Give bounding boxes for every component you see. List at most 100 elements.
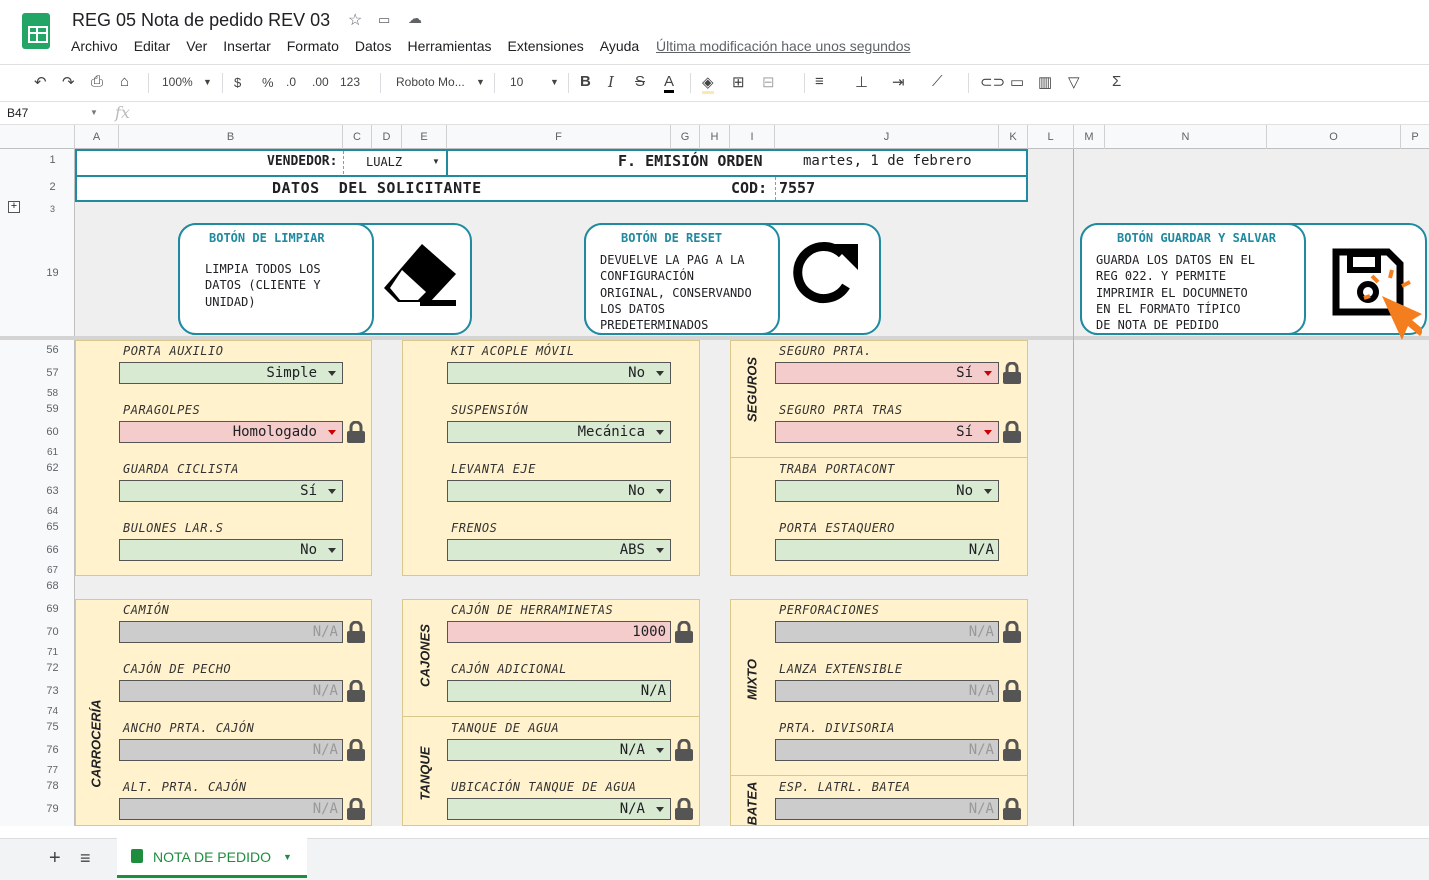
porta-estaquero-input[interactable]: N/A [775, 539, 999, 561]
seguro-prta-select[interactable]: Sí [775, 362, 999, 384]
undo-icon[interactable]: ↶ [34, 73, 47, 91]
menu-ver[interactable]: Ver [186, 38, 207, 54]
tab-dropdown-icon[interactable]: ▼ [283, 852, 292, 862]
col-header[interactable]: G [671, 125, 700, 149]
row-header[interactable]: 59 [30, 403, 75, 415]
percent-button[interactable]: % [262, 75, 274, 90]
sheets-logo-icon[interactable] [22, 13, 50, 49]
font-dropdown-icon[interactable]: ▼ [476, 77, 485, 87]
row-header[interactable]: 77 [30, 765, 75, 776]
functions-icon[interactable]: Σ [1112, 73, 1121, 90]
print-icon[interactable]: ⎙ [91, 73, 103, 90]
col-header[interactable]: C [343, 125, 372, 149]
cod-value[interactable]: 7557 [779, 179, 815, 197]
vendedor-select[interactable]: LUALZ [366, 155, 402, 169]
last-modified-link[interactable]: Última modificación hace unos segundos [656, 38, 910, 54]
align-left-icon[interactable]: ≡ [815, 73, 824, 90]
lanza-extensible-input[interactable]: N/A [775, 680, 999, 702]
currency-button[interactable]: $ [234, 75, 241, 90]
all-sheets-icon[interactable]: ≡ [80, 848, 91, 869]
row-header[interactable]: 79 [30, 803, 75, 815]
more-formats-button[interactable]: 123 [340, 75, 360, 89]
italic-icon[interactable]: I [608, 73, 614, 91]
row-header[interactable]: 67 [30, 565, 75, 576]
comment-icon[interactable]: ▭ [1010, 73, 1024, 91]
sheet-tab-nota-de-pedido[interactable]: NOTA DE PEDIDO ▼ [117, 838, 307, 878]
filter-icon[interactable]: ▽ [1068, 73, 1080, 91]
col-header[interactable]: J [775, 125, 999, 149]
decrease-decimal-button[interactable]: .0 [286, 75, 296, 89]
row-header[interactable]: 78 [30, 780, 75, 792]
ancho-prta-input[interactable]: N/A [119, 739, 343, 761]
row-header[interactable]: 58 [30, 388, 75, 399]
row-header[interactable]: 63 [30, 485, 75, 497]
menu-extensiones[interactable]: Extensiones [507, 38, 583, 54]
menu-formato[interactable]: Formato [287, 38, 339, 54]
row-header[interactable]: 76 [30, 744, 75, 756]
cajon-herramientas-input[interactable]: 1000 [447, 621, 671, 643]
font-size-select[interactable]: 10 [510, 75, 523, 89]
increase-decimal-button[interactable]: .00 [312, 75, 329, 89]
ubicacion-tanque-select[interactable]: N/A [447, 798, 671, 820]
name-box-dropdown-icon[interactable]: ▼ [90, 108, 98, 117]
bulones-select[interactable]: No [119, 539, 343, 561]
zoom-dropdown-icon[interactable]: ▼ [203, 77, 212, 87]
text-rotation-icon[interactable]: ⟋ [932, 73, 943, 90]
row-header[interactable]: 64 [30, 506, 75, 517]
font-select[interactable]: Roboto Mo... [396, 75, 465, 89]
prta-divisoria-input[interactable]: N/A [775, 739, 999, 761]
fill-color-icon[interactable]: ◈ [702, 73, 714, 94]
col-header[interactable]: H [700, 125, 730, 149]
eraser-icon[interactable] [380, 240, 460, 310]
camion-input[interactable]: N/A [119, 621, 343, 643]
row-header[interactable]: 1 [30, 154, 75, 166]
zoom-select[interactable]: 100% [162, 75, 193, 89]
row-header[interactable]: 62 [30, 462, 75, 474]
row-header[interactable]: 60 [30, 426, 75, 438]
col-header[interactable]: D [372, 125, 402, 149]
col-header[interactable]: L [1028, 125, 1074, 149]
text-color-icon[interactable]: A [664, 73, 675, 93]
add-sheet-icon[interactable]: + [49, 847, 61, 870]
row-header[interactable]: 66 [30, 544, 75, 556]
star-icon[interactable]: ☆ [348, 10, 362, 30]
row-header[interactable]: 2 [30, 181, 75, 193]
paragolpes-select[interactable]: Homologado [119, 421, 343, 443]
link-icon[interactable]: ⊂⊃ [980, 73, 1005, 91]
expand-group-icon[interactable]: + [8, 201, 20, 213]
menu-ayuda[interactable]: Ayuda [600, 38, 639, 54]
row-header[interactable]: 73 [30, 685, 75, 697]
row-header[interactable]: 19 [30, 267, 75, 279]
col-header[interactable]: B [119, 125, 343, 149]
kit-acople-select[interactable]: No [447, 362, 671, 384]
save-floppy-icon[interactable] [1330, 248, 1422, 352]
reset-icon[interactable] [792, 240, 862, 310]
menu-editar[interactable]: Editar [134, 38, 171, 54]
redo-icon[interactable]: ↷ [62, 73, 75, 91]
name-box[interactable]: B47 [7, 106, 28, 120]
col-header[interactable]: N [1105, 125, 1267, 149]
col-header[interactable]: K [999, 125, 1028, 149]
levanta-eje-select[interactable]: No [447, 480, 671, 502]
row-header[interactable]: 70 [30, 626, 75, 638]
paint-format-icon[interactable]: ⌂ [120, 73, 129, 90]
tanque-agua-select[interactable]: N/A [447, 739, 671, 761]
document-title[interactable]: REG 05 Nota de pedido REV 03 [72, 10, 330, 31]
col-header[interactable]: M [1074, 125, 1105, 149]
size-dropdown-icon[interactable]: ▼ [550, 77, 559, 87]
move-folder-icon[interactable]: ▭ [378, 12, 390, 28]
alt-prta-input[interactable]: N/A [119, 798, 343, 820]
row-header[interactable]: 3 [30, 204, 75, 214]
row-header[interactable]: 72 [30, 662, 75, 674]
menu-datos[interactable]: Datos [355, 38, 392, 54]
menu-insertar[interactable]: Insertar [223, 38, 270, 54]
traba-portacont-select[interactable]: No [775, 480, 999, 502]
seguro-prta-tras-select[interactable]: Sí [775, 421, 999, 443]
col-header[interactable]: O [1267, 125, 1401, 149]
row-header[interactable]: 69 [30, 603, 75, 615]
emision-date[interactable]: martes, 1 de febrero [803, 153, 972, 169]
col-header[interactable]: A [75, 125, 119, 149]
row-header[interactable]: 56 [30, 344, 75, 356]
col-header[interactable]: F [447, 125, 671, 149]
wrap-text-icon[interactable]: ⇥ [892, 73, 905, 91]
